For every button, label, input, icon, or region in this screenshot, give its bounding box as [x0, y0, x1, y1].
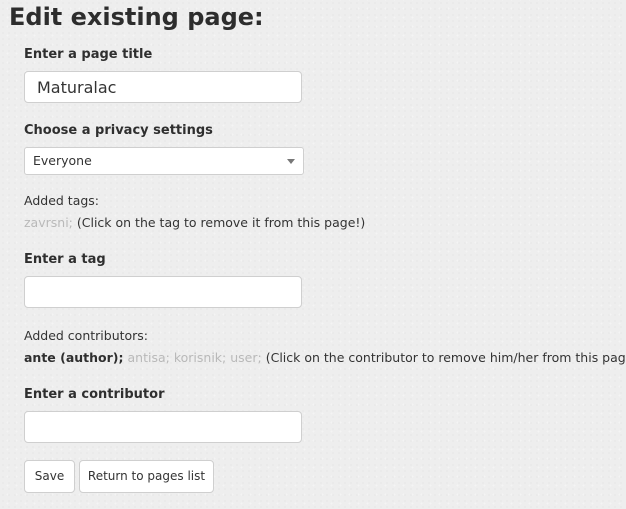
added-contributors-label: Added contributors:	[24, 328, 149, 343]
page-heading: Edit existing page:	[9, 3, 264, 31]
tag-input[interactable]	[24, 276, 302, 308]
contributor-chip[interactable]: user;	[230, 350, 261, 365]
contributor-chip[interactable]: korisnik;	[174, 350, 226, 365]
tag-chip[interactable]: zavrsni;	[24, 215, 73, 230]
tag-label: Enter a tag	[24, 252, 106, 267]
return-to-pages-button[interactable]: Return to pages list	[79, 460, 214, 493]
contributors-line: ante (author); antisa; korisnik; user; (…	[24, 350, 626, 366]
contributor-chip[interactable]: antisa;	[128, 350, 170, 365]
contributor-author: ante (author);	[24, 350, 124, 365]
page-title-input[interactable]	[24, 71, 302, 103]
privacy-selected-value: Everyone	[33, 153, 92, 168]
added-tags-label: Added tags:	[24, 193, 100, 208]
contributor-input[interactable]	[24, 411, 302, 443]
tags-hint: (Click on the tag to remove it from this…	[76, 215, 366, 230]
contributors-hint: (Click on the contributor to remove him/…	[265, 350, 626, 365]
save-button[interactable]: Save	[24, 460, 75, 493]
contributor-label: Enter a contributor	[24, 387, 165, 402]
title-label: Enter a page title	[24, 47, 153, 62]
tags-line: zavrsni; (Click on the tag to remove it …	[24, 215, 365, 231]
privacy-select[interactable]: Everyone	[24, 147, 304, 175]
privacy-label: Choose a privacy settings	[24, 123, 213, 138]
page-background: Edit existing page: Enter a page title C…	[0, 0, 626, 509]
chevron-down-icon	[287, 159, 295, 164]
